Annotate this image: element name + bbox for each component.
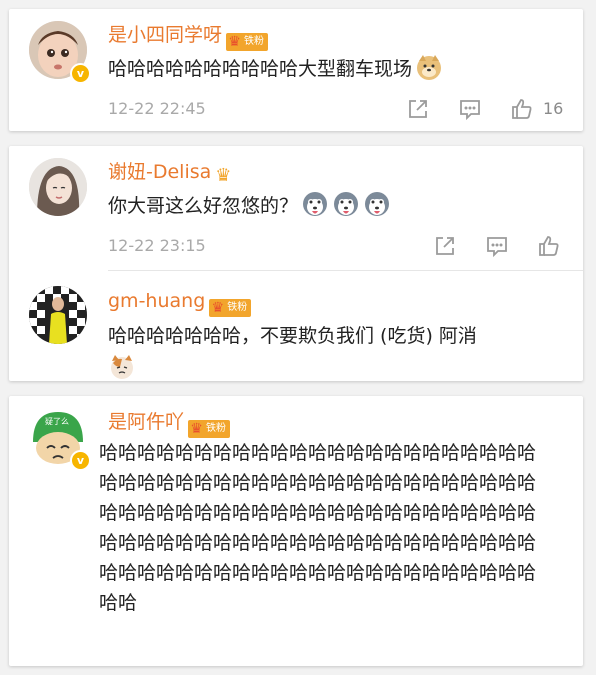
comment-icon[interactable]: [485, 234, 509, 258]
crown-icon: ♛: [190, 421, 203, 437]
husky-emoji: [301, 190, 329, 218]
username-text: 谢妞-Delisa: [108, 161, 212, 183]
fan-badge-label: 铁粉: [206, 423, 227, 434]
share-icon[interactable]: [433, 234, 457, 258]
avatar[interactable]: [29, 286, 87, 344]
divider: [108, 270, 583, 271]
fan-badge: ♛ 铁粉: [209, 299, 252, 317]
like-icon[interactable]: [537, 234, 561, 258]
fan-badge-label: 铁粉: [227, 302, 248, 313]
verified-icon: v: [70, 63, 91, 84]
username-text: 是小四同学呀: [108, 24, 223, 46]
husky-emoji: [332, 190, 360, 218]
avatar[interactable]: [29, 158, 87, 216]
comment-text: 哈哈哈哈哈哈哈，不要欺负我们 (吃货) 阿消: [108, 321, 568, 351]
husky-emoji: [363, 190, 391, 218]
username[interactable]: 谢妞-Delisa ♛: [108, 160, 231, 186]
comment-text: 哈哈哈哈哈哈哈哈哈哈大型翻车现场: [108, 53, 568, 84]
timestamp: 12-22 23:15: [108, 236, 206, 255]
fan-badge: ♛ 铁粉: [226, 33, 269, 51]
username-text: 是阿仵吖: [108, 411, 185, 433]
crown-icon: ♛: [211, 300, 225, 316]
username-text: gm-huang: [108, 290, 206, 312]
woman-avatar-image: [29, 158, 87, 216]
verified-icon: v: [70, 450, 91, 471]
doge-emoji: [415, 53, 443, 81]
like-count: 16: [543, 99, 564, 118]
comment-card: 谢妞-Delisa ♛ 你大哥这么好忽悠的？ 12-22 23:15 gm-hu…: [9, 146, 583, 381]
comment-text-content: 哈哈哈哈哈哈哈，不要欺负我们 (吃货) 阿消: [108, 325, 477, 347]
username[interactable]: 是小四同学呀 ♛ 铁粉: [108, 23, 269, 51]
comment-icon[interactable]: [458, 97, 482, 121]
checker-avatar-image: [29, 286, 87, 344]
timestamp: 12-22 22:45: [108, 99, 206, 118]
like-icon[interactable]: [510, 97, 534, 121]
crown-icon: ♛: [228, 34, 241, 50]
comment-text: 哈哈哈哈哈哈哈哈哈哈哈哈哈哈哈哈哈哈哈哈哈哈哈哈哈哈哈哈哈哈哈哈哈哈哈哈哈哈哈哈…: [99, 442, 537, 614]
comment-text-content: 哈哈哈哈哈哈哈哈哈哈大型翻车现场: [108, 58, 413, 80]
heart-badge-icon: ♛: [215, 165, 232, 186]
username[interactable]: 是阿仵吖 ♛ 铁粉: [108, 410, 231, 438]
fan-badge: ♛ 铁粉: [188, 420, 231, 438]
cat-emoji: [108, 353, 136, 381]
comment-text-content: 你大哥这么好忽悠的？: [108, 195, 299, 217]
fan-badge-label: 铁粉: [244, 36, 265, 47]
comment-card: v 是小四同学呀 ♛ 铁粉 哈哈哈哈哈哈哈哈哈哈大型翻车现场 12-22 22:45…: [9, 9, 583, 131]
username[interactable]: gm-huang ♛ 铁粉: [108, 289, 252, 317]
avatar-caption: 疑了么: [45, 417, 69, 426]
comment-text: 你大哥这么好忽悠的？: [108, 190, 568, 221]
share-icon[interactable]: [406, 97, 430, 121]
